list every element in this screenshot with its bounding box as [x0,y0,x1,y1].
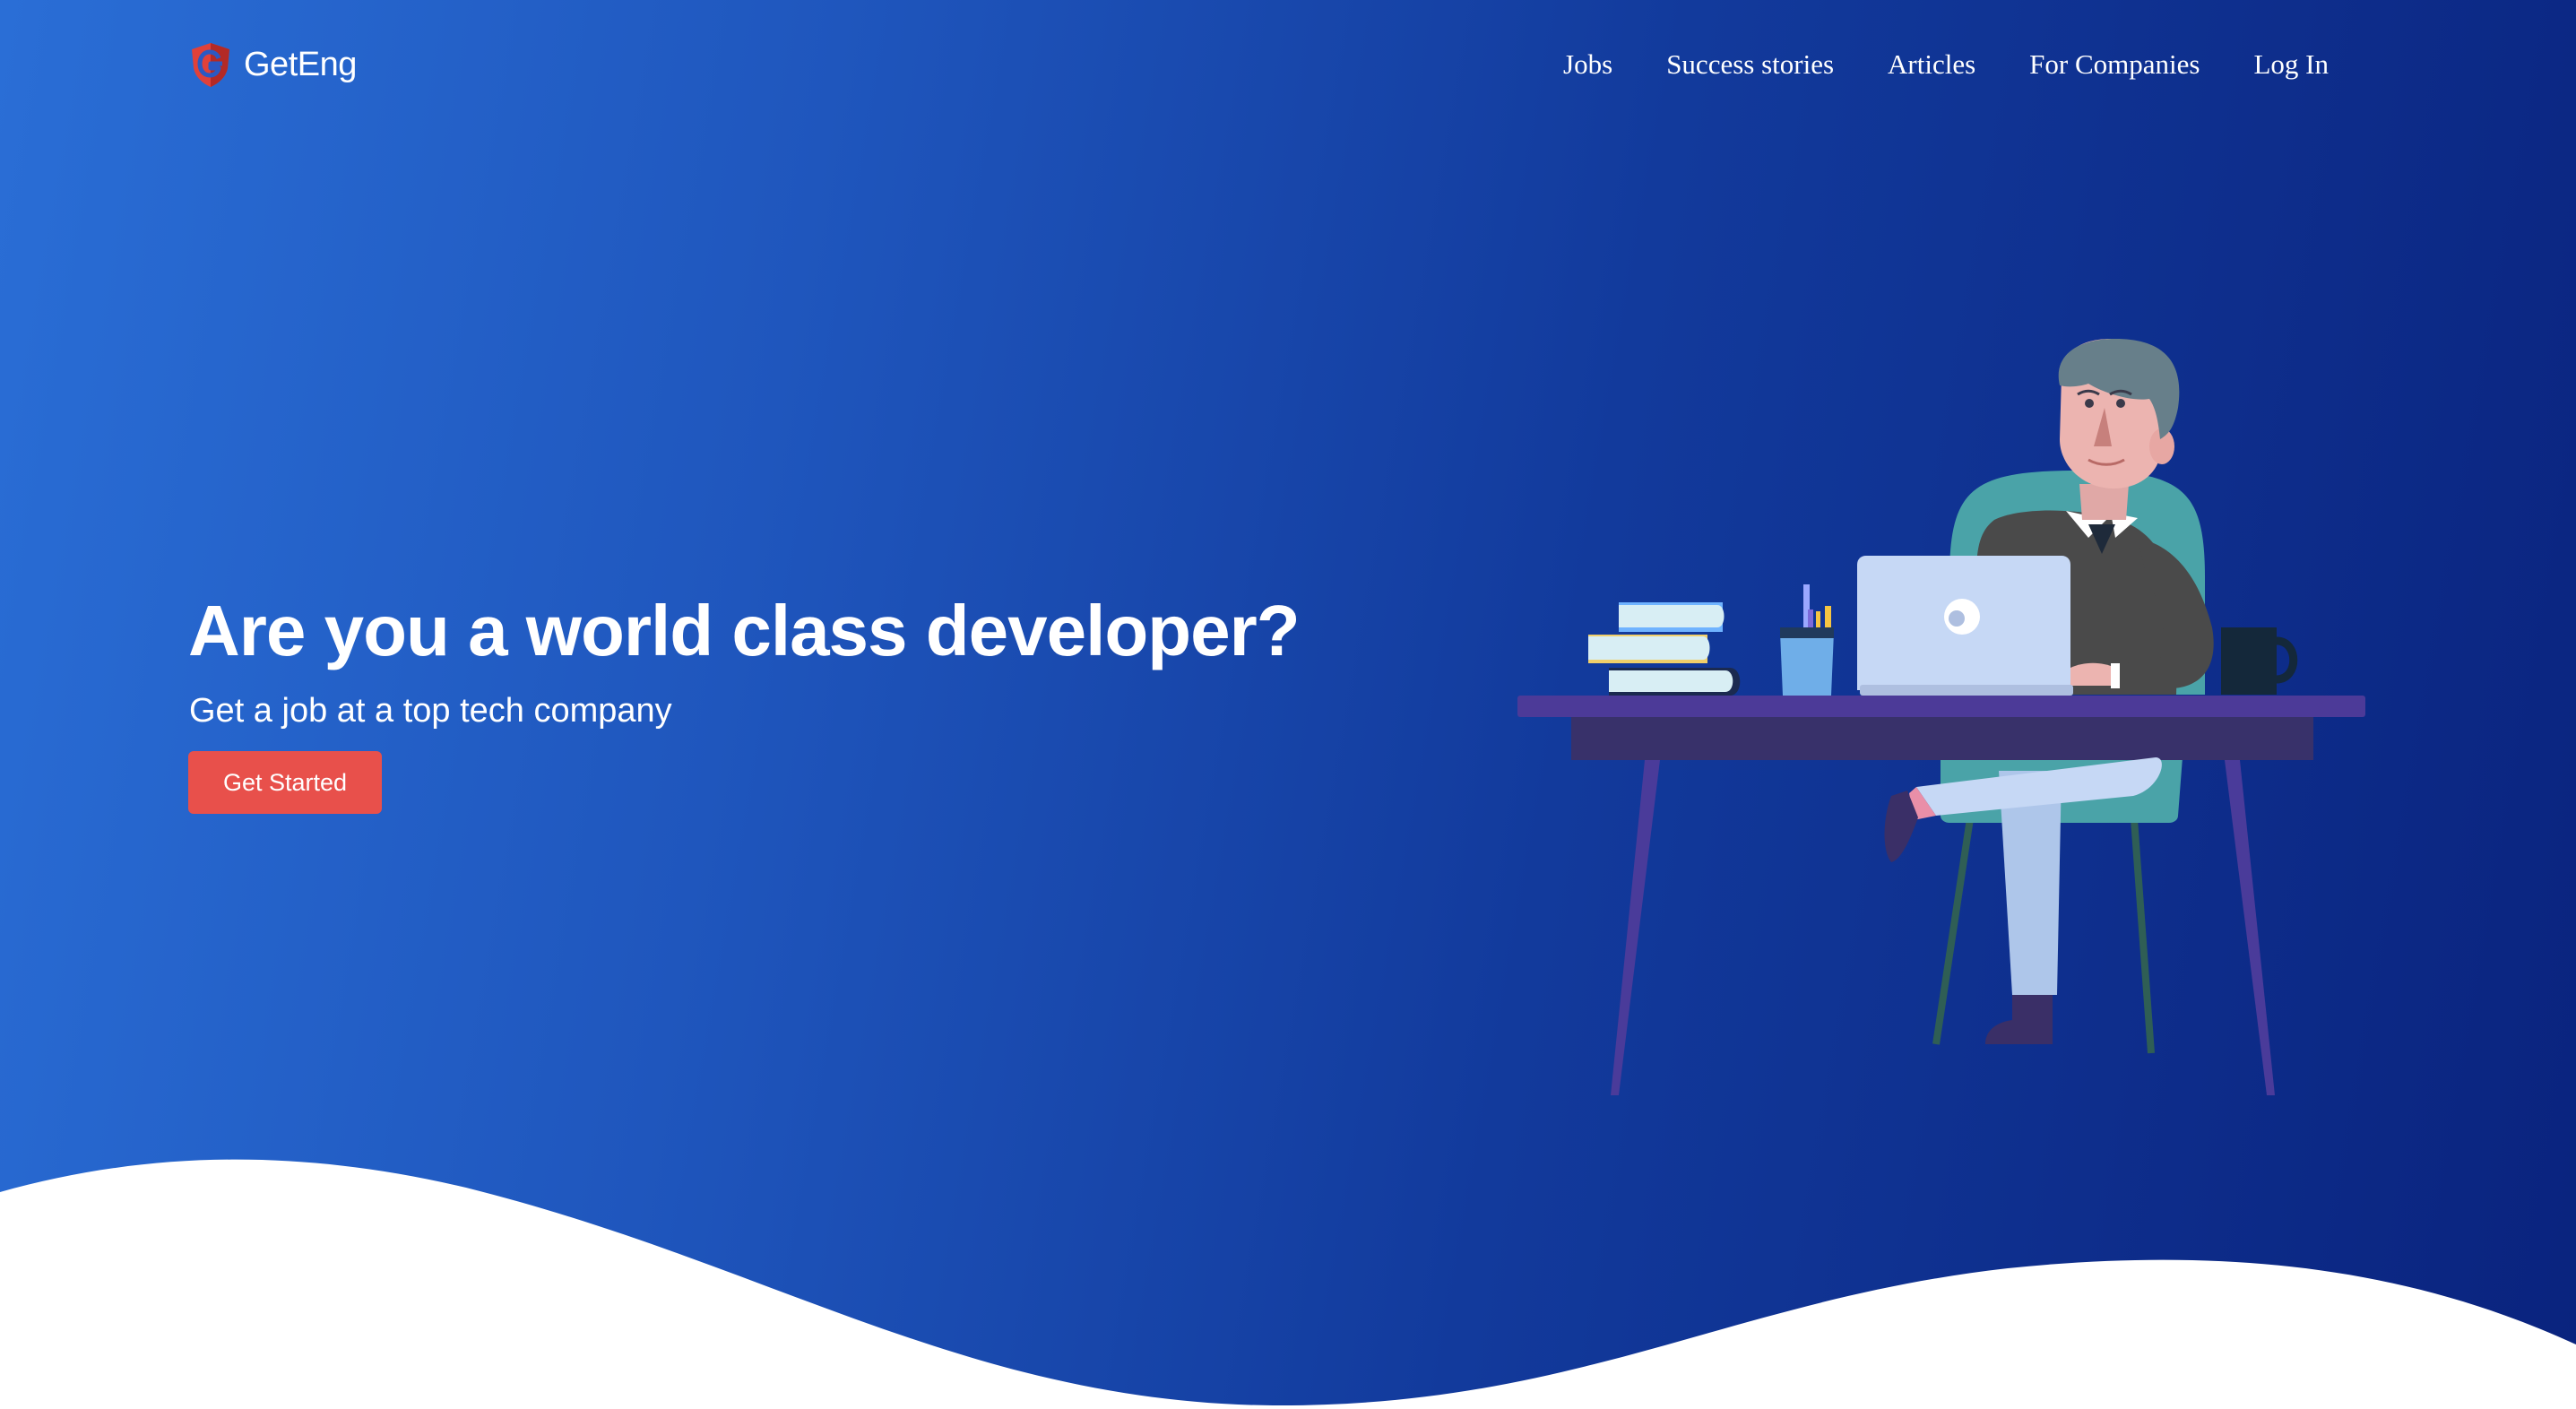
book-pages [1588,636,1710,660]
laptop-base [1860,685,2073,696]
chair-leg [1932,806,1975,1045]
eye [2085,399,2094,408]
nav-link-jobs[interactable]: Jobs [1563,48,1612,81]
main-nav: Jobs Success stories Articles For Compan… [1563,39,2329,90]
shoe-icon [1985,995,2053,1044]
coffee-mug-icon [2221,627,2277,695]
nav-link-for-companies[interactable]: For Companies [2029,48,2200,81]
laptop-logo-dot [1949,610,1965,627]
developer-at-desk-illustration [1517,339,2365,1095]
person-neck [2079,484,2129,520]
hero-headline: Are you a world class developer? [188,591,1301,670]
nav-link-success-stories[interactable]: Success stories [1666,48,1834,81]
person-hand [2070,662,2115,686]
eye [2116,399,2125,408]
pencil-cup-icon [1780,632,1834,696]
desk-top [1517,696,2365,717]
shirt-cuff [2111,663,2120,688]
cup-rim [1780,627,1834,638]
book-pages [1609,670,1733,692]
desk-apron [1571,717,2313,760]
mug-handle [2276,636,2298,684]
shield-logo-icon [192,43,229,87]
nav-link-log-in[interactable]: Log In [2253,48,2329,81]
brand-name: GetEng [244,45,357,83]
chair-leg [2130,806,2155,1054]
desk-leg [2225,760,2275,1095]
hero-subheadline: Get a job at a top tech company [189,692,672,730]
nav-link-articles[interactable]: Articles [1888,48,1975,81]
get-started-button[interactable]: Get Started [188,751,382,814]
desk-leg [1611,760,1660,1095]
brand-logo[interactable]: GetEng [186,39,357,90]
book-pages [1619,605,1725,627]
